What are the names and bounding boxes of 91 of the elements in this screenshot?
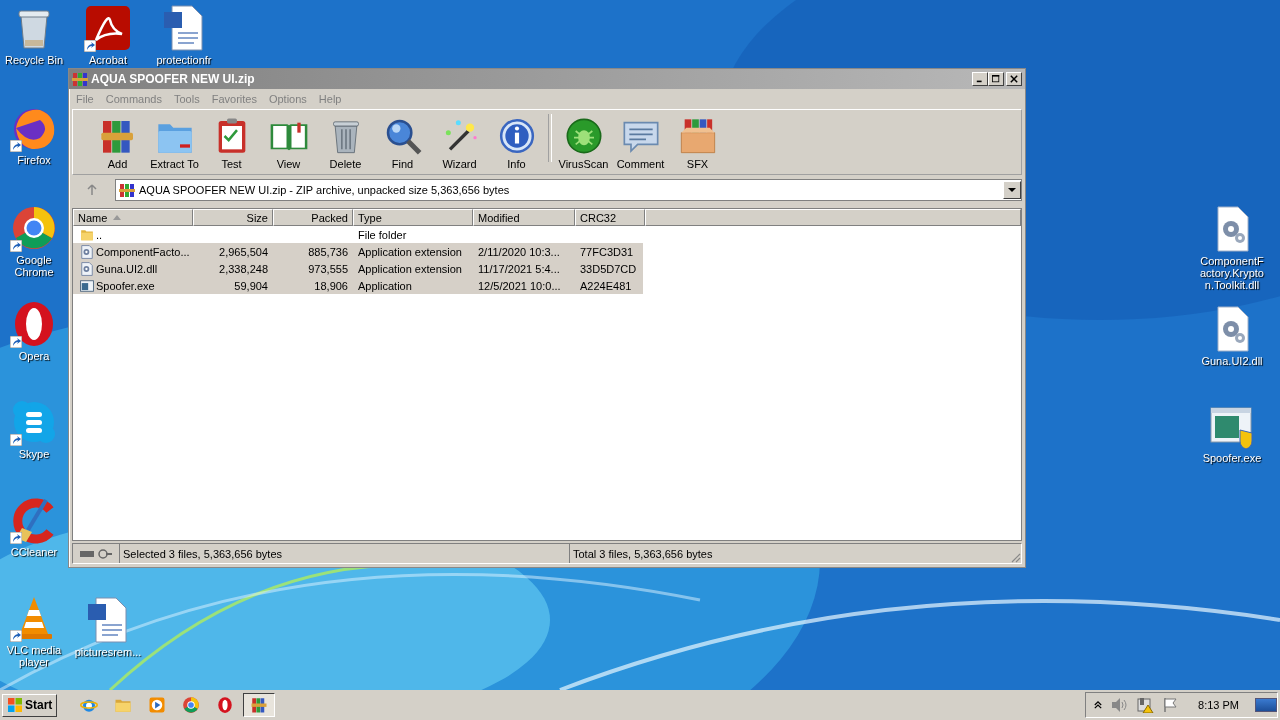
- maximize-button[interactable]: [988, 72, 1004, 86]
- table-cell: Application: [358, 279, 412, 292]
- address-field[interactable]: AQUA SPOOFER NEW UI.zip - ZIP archive, unpacked size 5,363,656 bytes: [115, 179, 1022, 201]
- desktop-icon-label[interactable]: Acrobat: [89, 54, 127, 66]
- desktop-icon-label[interactable]: protectionfr: [156, 54, 212, 66]
- desktop-icon-label[interactable]: Recycle Bin: [4, 54, 64, 66]
- table-cell: 973,555: [308, 262, 348, 275]
- o-logo-icon: [216, 696, 235, 714]
- gear-file-icon: [80, 244, 94, 259]
- shortcut-arrow-icon: [10, 240, 22, 252]
- table-cell: 2,338,248: [219, 262, 268, 275]
- column-header[interactable]: [645, 209, 1021, 226]
- table-cell: 59,904: [234, 279, 268, 292]
- pdf-icon[interactable]: [84, 4, 132, 52]
- file-row[interactable]: Spoofer.exe 59,904 18,906 Application 12/5/2021 10:0... A224E481: [73, 277, 643, 294]
- desktop-icon-label[interactable]: Spoofer.exe: [1202, 452, 1262, 464]
- toolbar-button[interactable]: VirusScan: [555, 116, 612, 170]
- shortcut-arrow-icon: [10, 336, 22, 348]
- table-cell: 11/17/2021 5:4...: [478, 262, 560, 275]
- clock-time[interactable]: 8:13 PM: [1198, 699, 1239, 711]
- toolbar-button[interactable]: Info: [488, 116, 545, 170]
- archive-books-icon: [119, 182, 135, 198]
- taskbar-button[interactable]: [243, 693, 276, 717]
- drive-key-icon: [79, 548, 113, 559]
- desktop-icon-label[interactable]: Google Chrome: [0, 254, 68, 278]
- archive-books-icon: [72, 71, 88, 87]
- desktop-icon-label[interactable]: Guna.UI2.dll: [1201, 355, 1263, 367]
- file-row[interactable]: Guna.UI2.dll 2,338,248 973,555 Application extension 11/17/2021 5:4... 33D5D7CD: [73, 260, 643, 277]
- table-cell: A224E481: [580, 279, 632, 292]
- shortcut-arrow-icon: [10, 434, 22, 446]
- caret-icon: [1008, 186, 1016, 194]
- table-cell: ComponentFacto...: [96, 245, 190, 258]
- table-cell: 18,906: [314, 279, 348, 292]
- toolbar-button[interactable]: Wizard: [431, 116, 488, 170]
- shortcut-arrow-icon: [10, 630, 22, 642]
- desktop-icon-label[interactable]: Firefox: [17, 154, 51, 166]
- up-arrow-icon: [86, 184, 98, 196]
- shortcut-arrow-icon: [10, 140, 22, 152]
- column-header[interactable]: Modified: [473, 209, 575, 226]
- archive-books-icon: [250, 696, 269, 714]
- ring-logo-icon[interactable]: [10, 204, 58, 252]
- sort-arrow-icon: [113, 215, 122, 220]
- windows-logo-icon: [7, 697, 23, 713]
- desktop-icon-label[interactable]: ComponentFactory.Krypton.Toolkit.dll: [1198, 255, 1266, 291]
- table-cell: Guna.UI2.dll: [96, 262, 158, 275]
- cloud-logo-icon[interactable]: [10, 398, 58, 446]
- toolbar-button[interactable]: Delete: [317, 116, 374, 170]
- column-header[interactable]: Name: [73, 209, 193, 226]
- ring-logo-icon: [182, 696, 201, 714]
- shortcut-arrow-icon: [10, 532, 22, 544]
- toolbar-button[interactable]: SFX: [669, 116, 726, 170]
- column-header[interactable]: CRC32: [575, 209, 645, 226]
- table-cell: 2,965,504: [219, 245, 268, 258]
- table-cell: 33D5D7CD: [580, 262, 637, 275]
- minimize-button[interactable]: [972, 72, 988, 86]
- gear-file-icon: [80, 261, 94, 276]
- window-title: AQUA SPOOFER NEW UI.zip: [91, 72, 256, 86]
- table-cell: File folder: [358, 228, 407, 241]
- table-cell: ..: [96, 228, 103, 241]
- folder-icon: [80, 227, 94, 242]
- close-icon: [1010, 75, 1018, 83]
- address-text: AQUA SPOOFER NEW UI.zip - ZIP archive, unpacked size 5,363,656 bytes: [139, 184, 511, 196]
- table-cell: 77FC3D31: [580, 245, 634, 258]
- window-shield-icon: [80, 278, 94, 293]
- table-cell: 2/11/2020 10:3...: [478, 245, 560, 258]
- close-button[interactable]: [1006, 72, 1022, 86]
- toolbar-button[interactable]: Comment: [612, 116, 669, 170]
- file-row[interactable]: .. File folder: [73, 226, 643, 243]
- network-warning-icon[interactable]: [1136, 697, 1155, 713]
- maximize-icon: [992, 75, 1000, 83]
- start-button[interactable]: Start: [2, 693, 58, 717]
- table-cell: Application extension: [358, 245, 462, 258]
- toolbar-button[interactable]: Test: [203, 116, 260, 170]
- play-icon: [148, 696, 167, 714]
- toolbar-button[interactable]: Find: [374, 116, 431, 170]
- table-cell: Application extension: [358, 262, 462, 275]
- resize-grip-icon[interactable]: [1009, 551, 1021, 563]
- column-header[interactable]: Size: [193, 209, 273, 226]
- file-row[interactable]: ComponentFacto... 2,965,504 885,736 Application extension 2/11/2020 10:3... 77FC3D31: [73, 243, 643, 260]
- table-cell: Spoofer.exe: [96, 279, 155, 292]
- dropdown-button[interactable]: [1003, 181, 1021, 199]
- table-cell: 885,736: [308, 245, 348, 258]
- toolbar-button[interactable]: View: [260, 116, 317, 170]
- toolbar-button[interactable]: Extract To: [146, 116, 203, 170]
- toolbar-button[interactable]: Add: [89, 116, 146, 170]
- column-header[interactable]: Type: [353, 209, 473, 226]
- table-cell: 12/5/2021 10:0...: [478, 279, 561, 292]
- shortcut-arrow-icon: [84, 40, 96, 52]
- status-text: Selected 3 files, 5,363,656 bytes: [119, 544, 569, 563]
- column-header[interactable]: Packed: [273, 209, 353, 226]
- status-text: Total 3 files, 5,363,656 bytes: [569, 544, 1009, 563]
